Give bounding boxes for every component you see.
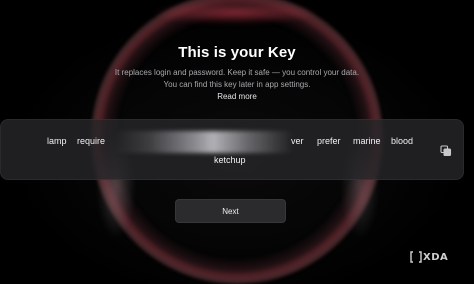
xda-logo-icon bbox=[410, 251, 422, 263]
next-button[interactable]: Next bbox=[175, 199, 286, 223]
xda-watermark: XDA bbox=[410, 250, 448, 264]
copy-icon[interactable] bbox=[440, 144, 452, 157]
watermark-text: XDA bbox=[423, 251, 449, 263]
key-word: blood bbox=[391, 136, 414, 146]
key-screen: This is your Key It replaces login and p… bbox=[0, 0, 474, 284]
key-word: require bbox=[77, 136, 106, 146]
page-title: This is your Key bbox=[178, 44, 296, 61]
key-word: ketchup bbox=[214, 155, 246, 165]
subtitle-line-1: It replaces login and password. Keep it … bbox=[114, 68, 360, 77]
subtitle-line-2: You can find this key later in app setti… bbox=[163, 80, 311, 89]
read-more-link[interactable]: Read more bbox=[0, 92, 474, 101]
key-word: lamp bbox=[47, 136, 67, 146]
key-word: prefer bbox=[317, 136, 341, 146]
redacted-words bbox=[115, 131, 293, 153]
key-word: ver bbox=[291, 136, 304, 146]
key-word: marine bbox=[353, 136, 381, 146]
ring-highlight bbox=[150, 2, 320, 24]
